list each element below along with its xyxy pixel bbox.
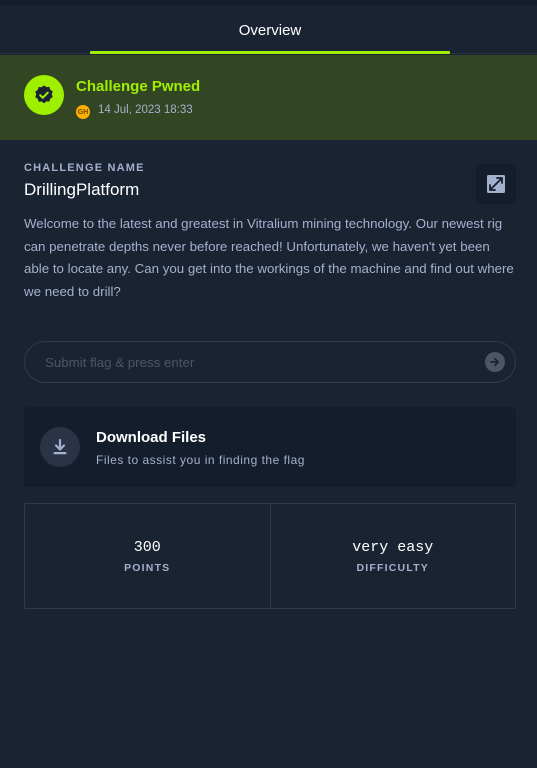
- difficulty-value: very easy: [352, 538, 434, 556]
- pwned-timestamp: 14 Jul, 2023 18:33: [98, 104, 193, 116]
- download-subtitle: Files to assist you in finding the flag: [96, 453, 305, 467]
- active-tab-indicator: [90, 51, 450, 54]
- share-icon: [487, 175, 505, 193]
- submit-arrow-button[interactable]: [485, 352, 505, 372]
- tab-overview[interactable]: Overview: [90, 6, 450, 54]
- pwned-status-title: Challenge Pwned: [76, 78, 201, 95]
- points-label: POINTS: [124, 561, 171, 574]
- points-value: 300: [133, 538, 161, 556]
- share-button[interactable]: [476, 164, 516, 204]
- flag-input[interactable]: [45, 342, 465, 382]
- arrow-right-icon: [490, 357, 500, 367]
- difficulty-label: DIFFICULTY: [356, 561, 429, 574]
- pwned-banner: Challenge Pwned GH 14 Jul, 2023 18:33: [0, 55, 537, 140]
- challenge-stats: 300 POINTS very easy DIFFICULTY: [24, 503, 516, 609]
- download-icon: [40, 427, 80, 467]
- download-title: Download Files: [96, 429, 207, 446]
- challenge-title: DrillingPlatform: [24, 180, 140, 199]
- challenge-description: Welcome to the latest and greatest in Vi…: [24, 216, 514, 299]
- difficulty-stat: very easy DIFFICULTY: [269, 504, 516, 608]
- verified-check-icon: [24, 75, 64, 115]
- user-avatar: GH: [76, 105, 90, 119]
- flag-submit-form: [24, 341, 516, 383]
- download-files-button[interactable]: Download Files Files to assist you in fi…: [24, 407, 516, 487]
- tab-bar: Overview: [0, 6, 537, 54]
- challenge-name-label: CHALLENGE NAME: [24, 162, 145, 174]
- points-stat: 300 POINTS: [25, 504, 270, 608]
